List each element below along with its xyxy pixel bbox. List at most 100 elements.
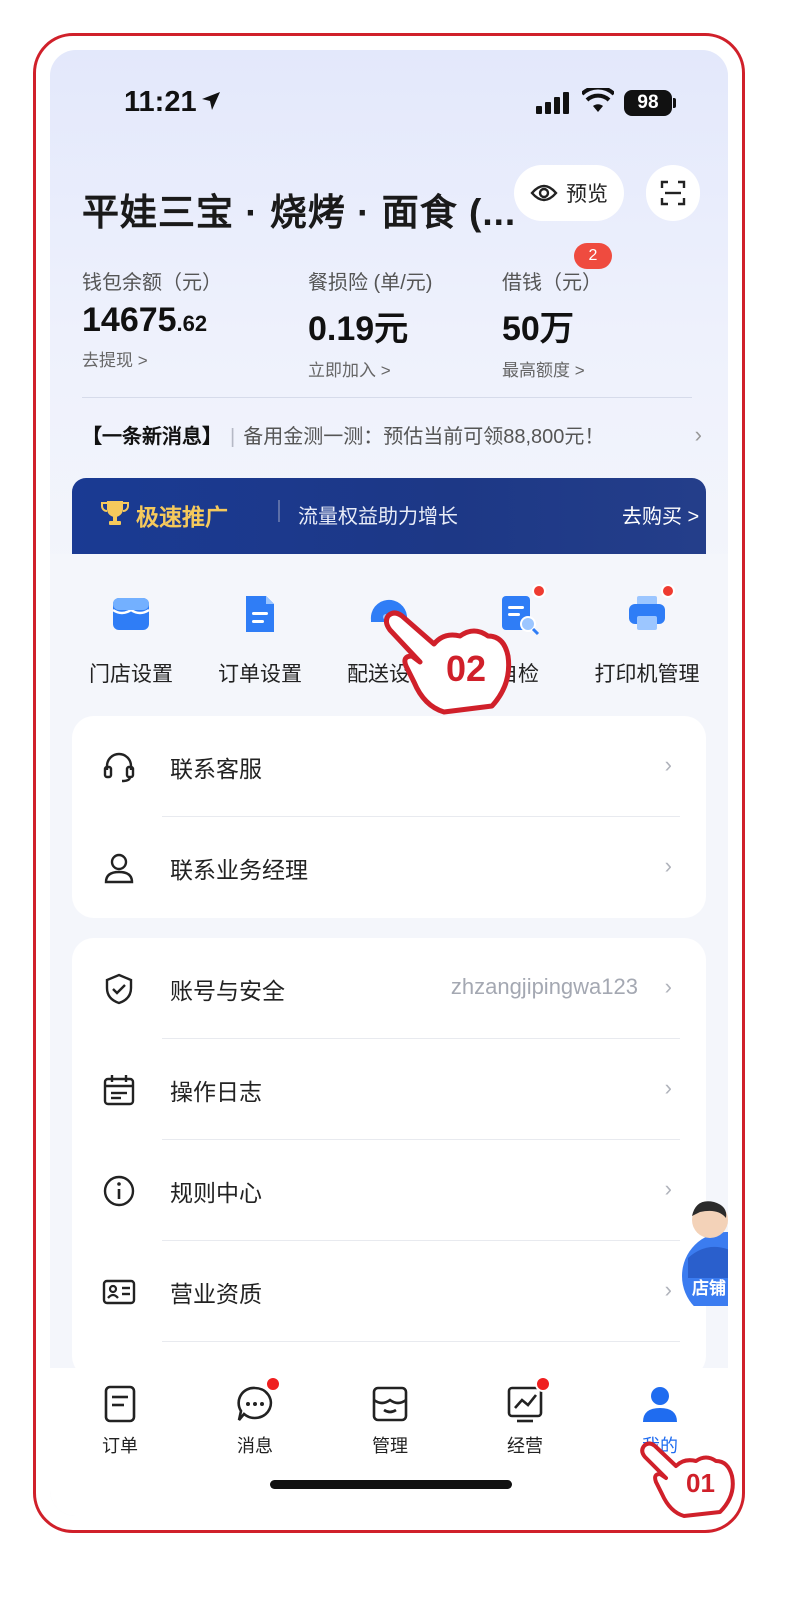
tab-messages[interactable]: 消息 (205, 1376, 305, 1458)
shortcut-printer-management[interactable]: 打印机管理 (582, 584, 712, 688)
contact-account-manager-row[interactable]: 联系业务经理 › (72, 817, 706, 918)
chevron-right-icon: › (664, 752, 672, 777)
battery-cap (673, 98, 676, 108)
cellular-signal-icon (536, 92, 569, 114)
tab-label: 订单 (102, 1436, 138, 1456)
preview-button[interactable]: 预览 (514, 165, 624, 221)
annotation-step-label: 02 (446, 648, 487, 689)
insurance-label: 餐损险 (单/元) (308, 272, 433, 294)
row-divider (162, 1341, 680, 1342)
tab-label: 经营 (507, 1436, 543, 1456)
borrow-label: 借钱（元） (502, 272, 602, 294)
order-icon (104, 1385, 136, 1423)
wifi-icon (582, 88, 614, 112)
id-card-icon (102, 1279, 136, 1305)
wallet-value: 14675 (82, 301, 177, 339)
store-assistant-button[interactable]: 店铺 (678, 1198, 728, 1320)
tab-label: 消息 (237, 1436, 273, 1456)
account-username: zhzangjipingwa123 (450, 974, 638, 999)
row-label: 营业资质 (170, 1281, 262, 1307)
chevron-right-icon: › (664, 1075, 672, 1100)
wallet-value-decimal: .62 (176, 311, 208, 336)
row-label: 联系客服 (170, 756, 262, 782)
chevron-right-icon: › (664, 1277, 672, 1302)
row-label: 账号与安全 (170, 978, 285, 1004)
annotation-pointer-01: 01 (640, 1440, 740, 1523)
borrow-money[interactable]: 借钱（元） 50万 最高额度 > (502, 266, 602, 381)
notification-dot (532, 584, 546, 598)
trophy-icon (101, 501, 129, 525)
row-label: 规则中心 (170, 1180, 262, 1206)
promo-title: 极速推广 (136, 504, 228, 530)
meal-insurance[interactable]: 餐损险 (单/元) 0.19元 立即加入 > (308, 266, 432, 381)
row-label: 联系业务经理 (170, 857, 308, 883)
headset-icon (103, 752, 135, 783)
wallet-label: 钱包余额（元） (82, 272, 222, 294)
document-icon (238, 592, 282, 636)
calendar-icon (103, 1075, 135, 1106)
borrow-value: 50万 (502, 310, 574, 348)
insurance-value: 0.19元 (308, 310, 409, 348)
scan-button[interactable] (646, 165, 700, 221)
promo-separator (278, 500, 280, 522)
store-front-icon (372, 1386, 408, 1422)
contact-card: 联系客服 › 联系业务经理 › (72, 716, 706, 918)
tab-business[interactable]: 经营 (475, 1376, 575, 1458)
home-indicator (270, 1480, 512, 1489)
row-label: 操作日志 (170, 1079, 262, 1105)
printer-icon (625, 584, 675, 636)
shortcut-store-settings[interactable]: 门店设置 (66, 584, 196, 688)
shop-name: 平娃三宝 · 烧烤 · 面食 (... (82, 192, 517, 233)
store-icon (109, 592, 153, 636)
bottom-tab-bar: 订单 消息 管理 经营 我的 (50, 1368, 728, 1516)
divider (82, 397, 692, 398)
annotation-pointer-02: 02 (383, 608, 514, 723)
user-icon (643, 1387, 677, 1422)
promo-buy-link[interactable]: 去购买 > (622, 500, 699, 529)
assistant-label: 店铺 (692, 1279, 726, 1298)
tab-orders[interactable]: 订单 (70, 1384, 170, 1458)
chevron-right-icon: › (664, 974, 672, 999)
status-time: 11:21 (124, 86, 197, 118)
shortcut-order-settings[interactable]: 订单设置 (195, 584, 325, 688)
shortcut-label: 订单设置 (218, 663, 302, 686)
notification-dot (661, 584, 675, 598)
notification-dot (265, 1376, 281, 1392)
news-banner[interactable]: 【一条新消息】 | 备用金测一测：预估当前可领88,800元！ › (82, 420, 702, 449)
status-bar: 11:21 98 (50, 50, 728, 150)
news-tag: 【一条新消息】 (82, 426, 222, 448)
annotation-frame: 11:21 98 平娃三宝 · 烧烤 · 面食 (... 预览 钱包余额（元） … (33, 33, 745, 1533)
tab-label: 管理 (372, 1436, 408, 1456)
rules-center-row[interactable]: 规则中心 › (72, 1140, 706, 1241)
shortcut-label: 打印机管理 (594, 663, 700, 686)
location-arrow-icon (202, 92, 220, 110)
account-security-row[interactable]: 账号与安全 zhzangjipingwa123 › (72, 938, 706, 1039)
annotation-step-label: 01 (686, 1468, 715, 1498)
shortcut-label: 门店设置 (89, 663, 173, 686)
preview-label: 预览 (566, 183, 608, 206)
news-separator: | (230, 426, 236, 448)
person-icon (104, 853, 134, 884)
contact-customer-service-row[interactable]: 联系客服 › (72, 716, 706, 817)
eye-icon (530, 184, 558, 202)
promo-description: 流量权益助力增长 (298, 506, 458, 528)
max-limit-link[interactable]: 最高额度 > (502, 356, 602, 381)
info-icon (103, 1175, 135, 1207)
news-message: 备用金测一测：预估当前可领88,800元！ (243, 426, 605, 448)
operation-log-row[interactable]: 操作日志 › (72, 1039, 706, 1140)
settings-card: 账号与安全 zhzangjipingwa123 › 操作日志 › 规则中心 › … (72, 938, 706, 1378)
chevron-right-icon: › (694, 422, 702, 447)
business-qualification-row[interactable]: 营业资质 › (72, 1241, 706, 1342)
notification-dot (535, 1376, 551, 1392)
notification-badge: 2 (574, 243, 612, 269)
shield-check-icon (105, 973, 133, 1005)
wallet-balance[interactable]: 钱包余额（元） 14675.62 去提现 > (82, 266, 222, 371)
join-now-link[interactable]: 立即加入 > (308, 356, 432, 381)
tab-management[interactable]: 管理 (340, 1384, 440, 1458)
withdraw-link[interactable]: 去提现 > (82, 346, 222, 371)
chevron-right-icon: › (664, 1176, 672, 1201)
scan-icon (660, 180, 686, 206)
chevron-right-icon: › (664, 853, 672, 878)
battery-indicator: 98 (624, 90, 672, 116)
phone-screen: 11:21 98 平娃三宝 · 烧烤 · 面食 (... 预览 钱包余额（元） … (50, 50, 728, 1516)
